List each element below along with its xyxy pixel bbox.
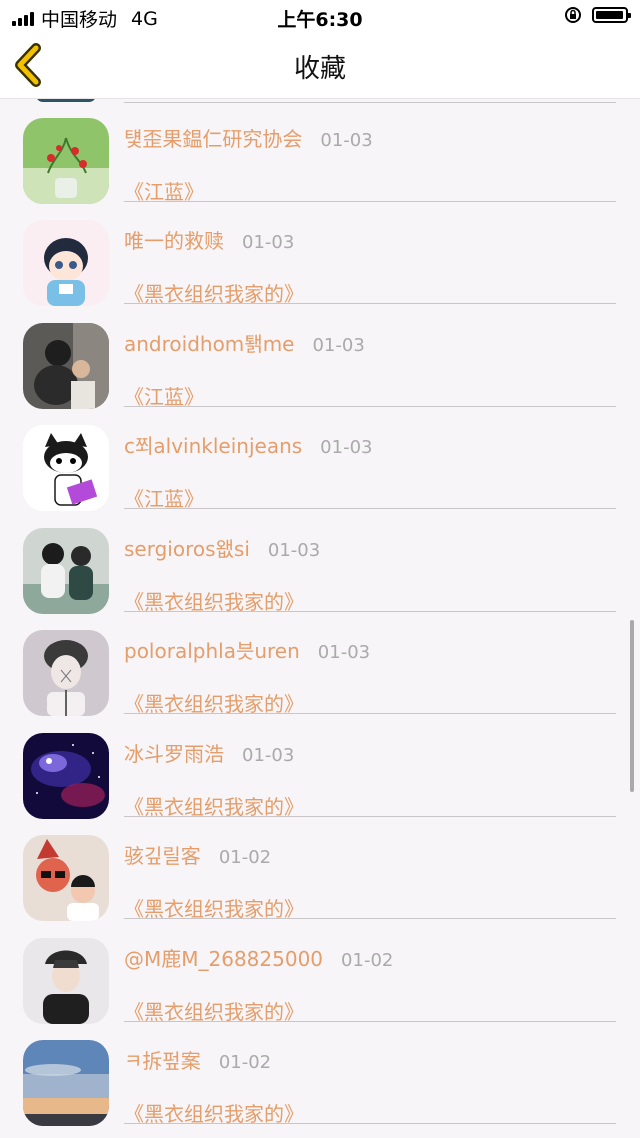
list-item[interactable]: 턫歪果鎾仁研究协会 01-03 《江蓝》 — [0, 99, 640, 204]
list-item[interactable]: 冰斗罗雨浩 01-03 《黑衣组织我家的》 — [0, 714, 640, 819]
item-date: 01-03 — [320, 130, 373, 151]
item-date: 01-03 — [242, 232, 295, 253]
user-name[interactable]: androidhom퇡me — [124, 332, 294, 356]
item-header: 冰斗罗雨浩 01-03 — [124, 738, 294, 767]
item-header: 턫歪果鎾仁研究协会 01-03 — [124, 123, 373, 152]
item-header: @M鹿M_268825000 01-02 — [124, 943, 393, 972]
kids-photo-avatar — [23, 835, 109, 921]
list-item[interactable]: c쬐alvinkleinjeans 01-03 《江蓝》 — [0, 406, 640, 511]
item-date: 01-02 — [218, 847, 272, 868]
divider — [124, 1123, 616, 1124]
sunset-sky-avatar — [23, 1040, 109, 1126]
galaxy-avatar — [23, 733, 109, 819]
item-header: c쬐alvinkleinjeans 01-03 — [124, 430, 372, 459]
list-item[interactable]: @M鹿M_268825000 01-02 《黑衣组织我家的》 — [0, 919, 640, 1024]
user-name[interactable]: 턫歪果鎾仁研究协会 — [124, 127, 302, 151]
user-name[interactable]: sergioros왮si — [124, 537, 250, 561]
user-name[interactable]: @M鹿M_268825000 — [124, 947, 323, 971]
list-item[interactable]: ㅋ拆펖案 01-02 《黑衣组织我家的》 — [0, 1021, 640, 1126]
anime-boy-avatar — [23, 220, 109, 306]
item-header: poloralphla븟uren 01-03 — [124, 635, 370, 664]
item-date: 01-02 — [341, 950, 394, 971]
page-title: 收藏 — [293, 54, 346, 84]
cartoon-cat-avatar — [23, 425, 109, 511]
nav-bar: 收藏 — [0, 32, 640, 99]
item-date: 01-03 — [320, 437, 373, 458]
favorites-list[interactable]: 턫歪果鎾仁研究协会 01-03 《江蓝》 唯一的救赎 01-03 《黑衣组织我家的》… — [0, 99, 640, 1138]
item-header: androidhom퇡me 01-03 — [124, 328, 365, 357]
item-date: 01-03 — [242, 745, 295, 766]
strawberry-plant-avatar — [23, 118, 109, 204]
clock-label: 上午6:30 — [277, 9, 363, 31]
young-man-avatar — [23, 938, 109, 1024]
rotation-lock-icon — [565, 7, 581, 23]
item-header: ㅋ拆펖案 01-02 — [124, 1045, 271, 1074]
user-name[interactable]: 唯一的救赎 — [124, 229, 224, 253]
item-header: 骇깊릴客 01-02 — [124, 840, 271, 869]
item-date: 01-02 — [218, 1052, 272, 1073]
item-date: 01-03 — [317, 642, 371, 663]
couple-sitting-avatar — [23, 528, 109, 614]
couple-photo-avatar — [23, 323, 109, 409]
list-item[interactable]: androidhom퇡me 01-03 《江蓝》 — [0, 304, 640, 409]
user-name[interactable]: ㅋ拆펖案 — [124, 1049, 201, 1073]
item-date: 01-03 — [267, 540, 321, 561]
status-right — [564, 6, 631, 24]
status-bar: 中国移动 4G 上午6:30 — [0, 0, 640, 32]
sketch-boy-avatar — [23, 630, 109, 716]
user-name[interactable]: 骇깊릴客 — [124, 844, 201, 868]
battery-icon — [592, 7, 631, 23]
list-item[interactable]: 唯一的救赎 01-03 《黑衣组织我家的》 — [0, 201, 640, 306]
item-header: 唯一的救赎 01-03 — [124, 225, 294, 254]
list-item[interactable]: sergioros왮si 01-03 《黑衣组织我家的》 — [0, 509, 640, 614]
user-name[interactable]: c쬐alvinkleinjeans — [124, 434, 302, 458]
item-header: sergioros왮si 01-03 — [124, 533, 320, 562]
scrollbar[interactable] — [630, 620, 634, 792]
user-name[interactable]: 冰斗罗雨浩 — [124, 742, 224, 766]
item-date: 01-03 — [312, 335, 365, 356]
user-name[interactable]: poloralphla븟uren — [124, 639, 300, 663]
list-item[interactable]: 骇깊릴客 01-02 《黑衣组织我家的》 — [0, 816, 640, 921]
list-item[interactable]: poloralphla븟uren 01-03 《黑衣组织我家的》 — [0, 611, 640, 716]
